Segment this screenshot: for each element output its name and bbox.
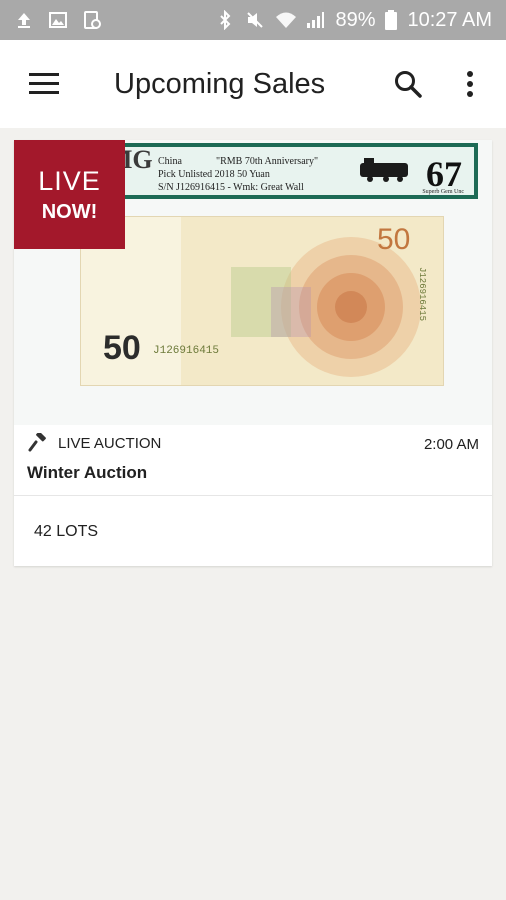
battery-icon [385, 10, 398, 30]
sale-type-label: LIVE AUCTION [58, 434, 162, 452]
live-now-badge: LIVE NOW! [14, 140, 125, 249]
sale-meta: LIVE AUCTION 2:00 AM Winter Auction [14, 425, 492, 496]
live-badge-line1: LIVE [38, 165, 101, 196]
train-icon [360, 158, 408, 182]
live-badge-line2: NOW! [41, 200, 98, 223]
wifi-icon [275, 10, 297, 30]
menu-button[interactable] [16, 56, 72, 112]
grade-note: Superb Gem Unc [422, 189, 464, 195]
lots-count: 42 LOTS [34, 523, 99, 540]
sale-name: Winter Auction [27, 463, 148, 482]
note-serial-vertical: J126916415 [417, 267, 427, 322]
more-options-button[interactable] [446, 56, 494, 112]
page-title: Upcoming Sales [114, 67, 326, 100]
search-icon [395, 71, 422, 98]
note-denomination-left: 50 [103, 329, 141, 367]
label-line2: Pick Unlisted 2018 50 Yuan [158, 169, 270, 180]
app-bar: Upcoming Sales [0, 40, 506, 128]
clock: 10:27 AM [407, 8, 492, 31]
note-serial: J126916415 [153, 345, 220, 357]
mute-icon [245, 10, 265, 30]
image-icon [48, 10, 68, 30]
upload-icon [14, 10, 34, 30]
lots-row[interactable]: 42 LOTS [14, 496, 492, 566]
label-line3: S/N J126916415 - Wmk: Great Wall [158, 182, 304, 193]
sale-image[interactable]: PMG China "RMB 70th Anniversary" Pick Un… [14, 140, 492, 425]
hamburger-icon [29, 73, 59, 94]
banknote: 50 50 J126916415 J126916415 [80, 216, 444, 386]
label-title: "RMB 70th Anniversary" [216, 156, 319, 167]
sale-time: 2:00 AM [423, 436, 479, 453]
signal-icon [305, 10, 325, 30]
note-denomination-right: 50 [377, 223, 411, 256]
battery-percent: 89% [335, 8, 376, 31]
sale-type: LIVE AUCTION [28, 433, 161, 453]
search-button[interactable] [380, 56, 436, 112]
gavel-icon [28, 433, 46, 452]
status-bar: 89% 10:27 AM [0, 0, 506, 40]
bluetooth-icon [215, 9, 235, 31]
sale-card[interactable]: PMG China "RMB 70th Anniversary" Pick Un… [14, 140, 492, 566]
more-vertical-icon [467, 71, 473, 97]
screenshot-icon [82, 10, 102, 30]
label-country: China [158, 156, 182, 167]
